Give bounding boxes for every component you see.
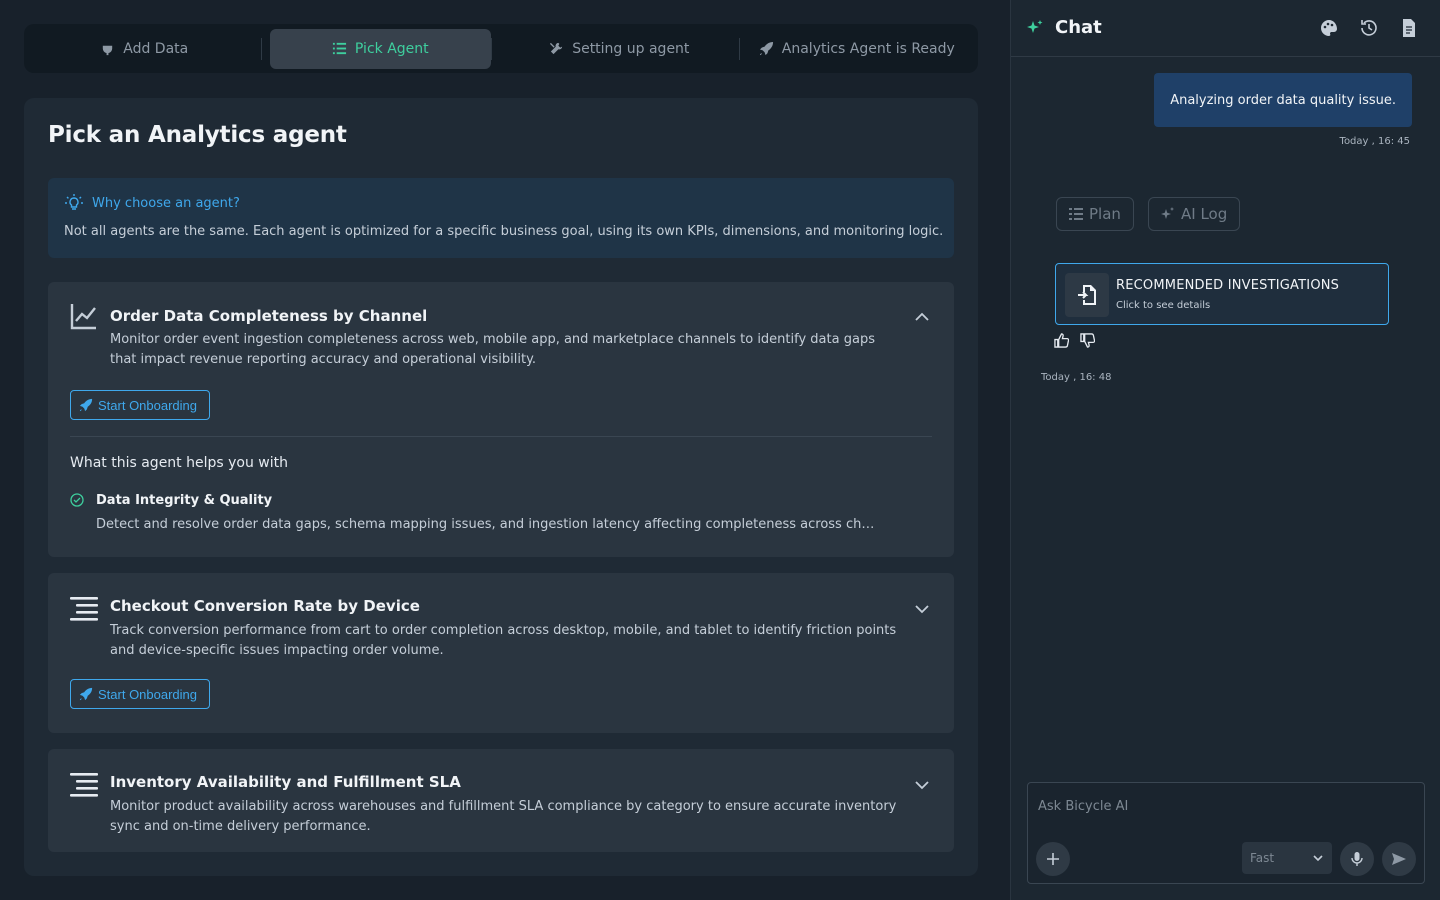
step-label: Analytics Agent is Ready — [781, 40, 955, 57]
menu-lines-icon — [70, 773, 98, 797]
ai-log-tab[interactable]: AI Log — [1148, 197, 1241, 231]
menu-lines-icon — [70, 597, 98, 621]
helps-heading: What this agent helps you with — [70, 455, 289, 471]
step-agent-ready[interactable]: Analytics Agent is Ready — [740, 29, 974, 69]
chat-title: Chat — [1055, 17, 1102, 38]
chevron-down-icon[interactable] — [914, 601, 930, 617]
ai-message-timestamp: Today , 16: 48 — [1041, 372, 1112, 383]
thumbs-down-icon[interactable] — [1080, 333, 1095, 348]
chat-input[interactable] — [1038, 795, 1408, 817]
user-message-text: Analyzing order data quality issue. — [1170, 92, 1396, 108]
mode-select-value: Fast — [1250, 851, 1275, 865]
user-message-bubble: Analyzing order data quality issue. — [1154, 73, 1412, 127]
recommended-investigations-card[interactable]: RECOMMENDED INVESTIGATIONS Click to see … — [1055, 263, 1389, 325]
agent-card-checkout-conversion[interactable]: Checkout Conversion Rate by Device Track… — [48, 573, 954, 733]
plus-icon — [1047, 853, 1059, 865]
thumbs-up-icon[interactable] — [1054, 333, 1069, 348]
send-icon — [1392, 853, 1406, 865]
history-icon[interactable] — [1359, 18, 1379, 38]
send-button[interactable] — [1382, 842, 1416, 876]
step-label: Pick Agent — [354, 40, 429, 57]
info-body: Not all agents are the same. Each agent … — [64, 224, 944, 239]
button-label: Start Onboarding — [98, 686, 198, 702]
agent-description: Monitor order event ingestion completene… — [110, 332, 875, 367]
reco-title: RECOMMENDED INVESTIGATIONS — [1116, 278, 1340, 293]
onboarding-stepper: Add Data Pick Agent Setting up agent Ana… — [24, 24, 978, 73]
plan-tab-label: Plan — [1089, 205, 1121, 223]
palette-icon[interactable] — [1319, 18, 1339, 38]
feature-description: Detect and resolve order data gaps, sche… — [96, 517, 876, 532]
agent-title: Order Data Completeness by Channel — [110, 307, 428, 325]
ai-log-tab-label: AI Log — [1181, 205, 1228, 223]
chevron-down-icon — [1313, 855, 1323, 862]
reco-subtitle: Click to see details — [1116, 300, 1211, 311]
step-label: Setting up agent — [572, 40, 690, 57]
agent-card-order-completeness: Order Data Completeness by Channel Monit… — [48, 282, 954, 557]
rocket-icon — [759, 41, 773, 56]
user-message-timestamp: Today , 16: 45 — [1339, 136, 1410, 147]
plan-tab[interactable]: Plan — [1056, 197, 1134, 231]
agent-description: Track conversion performance from cart t… — [110, 623, 897, 658]
step-label: Add Data — [123, 40, 189, 57]
page-title: Pick an Analytics agent — [48, 122, 347, 148]
agent-card-inventory-sla[interactable]: Inventory Availability and Fulfillment S… — [48, 749, 954, 852]
rocket-icon — [79, 687, 93, 701]
info-heading-text: Why choose an agent? — [92, 195, 240, 211]
chevron-down-icon[interactable] — [914, 777, 930, 793]
lightbulb-icon — [65, 194, 83, 210]
button-label: Start Onboarding — [98, 397, 198, 413]
card-divider — [70, 436, 932, 437]
rocket-icon — [79, 398, 93, 412]
agent-picker-panel: Pick an Analytics agent Why choose an ag… — [24, 98, 978, 876]
reco-icon-box — [1065, 273, 1109, 317]
checklist-icon — [1069, 208, 1083, 220]
chat-panel: Chat Analyzing order data quality issue.… — [1010, 0, 1440, 900]
microphone-button[interactable] — [1340, 842, 1374, 876]
start-onboarding-button[interactable]: Start Onboarding — [70, 390, 211, 420]
sparkle-icon — [1161, 207, 1174, 219]
start-onboarding-button[interactable]: Start Onboarding — [70, 679, 211, 709]
feature-title: Data Integrity & Quality — [96, 493, 273, 508]
info-callout: Why choose an agent? Not all agents are … — [48, 178, 954, 258]
step-setting-up-agent[interactable]: Setting up agent — [500, 29, 738, 69]
step-add-data[interactable]: Add Data — [28, 29, 261, 69]
mode-select[interactable]: Fast — [1242, 842, 1332, 874]
chevron-up-icon[interactable] — [914, 309, 930, 325]
step-divider — [260, 37, 262, 60]
agent-title: Inventory Availability and Fulfillment S… — [110, 773, 461, 791]
list-icon — [332, 42, 346, 55]
check-circle-icon — [70, 493, 84, 507]
add-attachment-button[interactable] — [1036, 842, 1070, 876]
chat-composer: Fast — [1027, 782, 1425, 884]
step-divider — [491, 37, 493, 60]
info-heading: Why choose an agent? — [64, 193, 240, 213]
file-import-icon — [1078, 285, 1096, 305]
tools-icon — [550, 42, 563, 55]
sparkle-icon — [1027, 20, 1043, 33]
main-area: Add Data Pick Agent Setting up agent Ana… — [0, 0, 1010, 900]
microphone-icon — [1351, 852, 1363, 866]
chat-header: Chat — [1011, 0, 1440, 57]
line-chart-icon — [70, 304, 96, 330]
step-pick-agent[interactable]: Pick Agent — [269, 28, 492, 69]
agent-description: Monitor product availability across ware… — [110, 799, 897, 834]
agent-title: Checkout Conversion Rate by Device — [110, 597, 420, 615]
plug-icon — [103, 41, 113, 56]
document-icon[interactable] — [1399, 18, 1419, 38]
